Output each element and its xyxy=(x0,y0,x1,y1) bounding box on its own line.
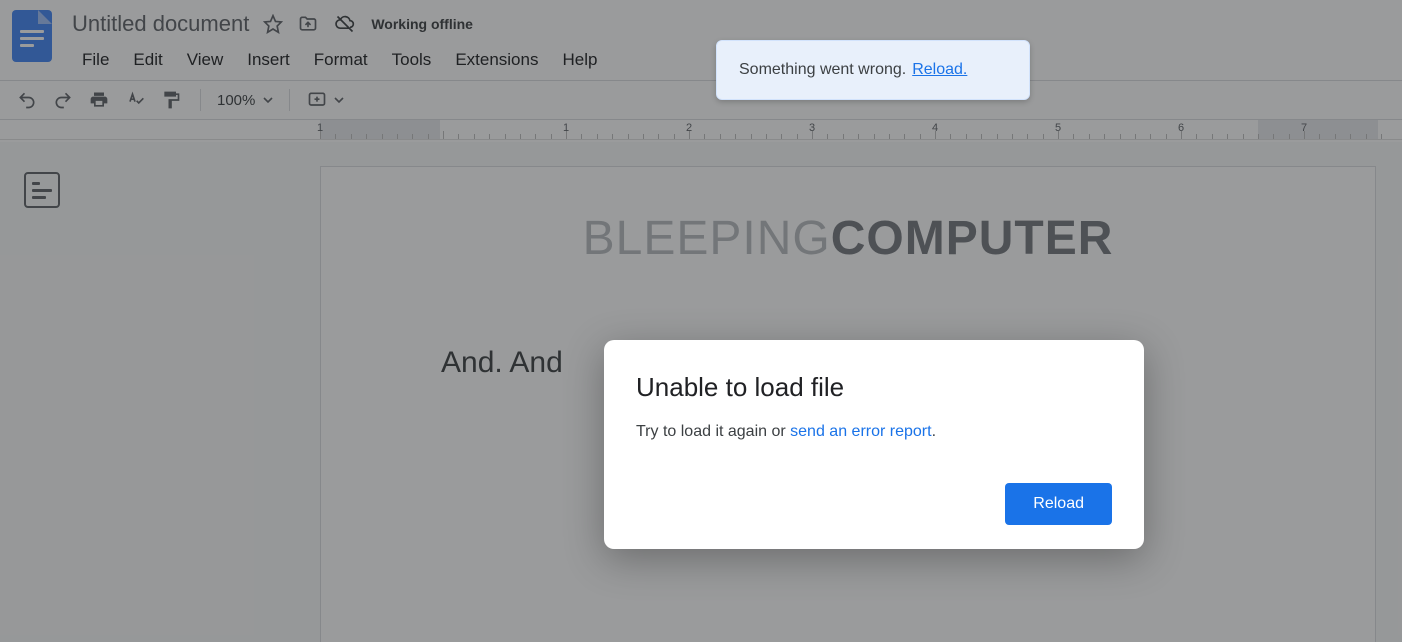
modal-title: Unable to load file xyxy=(636,372,1112,403)
error-modal: Unable to load file Try to load it again… xyxy=(604,340,1144,549)
modal-body-suffix: . xyxy=(932,423,936,440)
modal-actions: Reload xyxy=(636,483,1112,525)
butterbar-reload-link[interactable]: Reload. xyxy=(912,61,967,79)
butterbar-message: Something went wrong. xyxy=(739,61,906,79)
app-root: Untitled document Working offline File E… xyxy=(0,0,1402,642)
reload-button[interactable]: Reload xyxy=(1005,483,1112,525)
modal-body: Try to load it again or send an error re… xyxy=(636,423,1112,441)
send-error-report-link[interactable]: send an error report xyxy=(790,423,931,440)
modal-body-prefix: Try to load it again or xyxy=(636,423,790,440)
error-butterbar: Something went wrong. Reload. xyxy=(716,40,1030,100)
